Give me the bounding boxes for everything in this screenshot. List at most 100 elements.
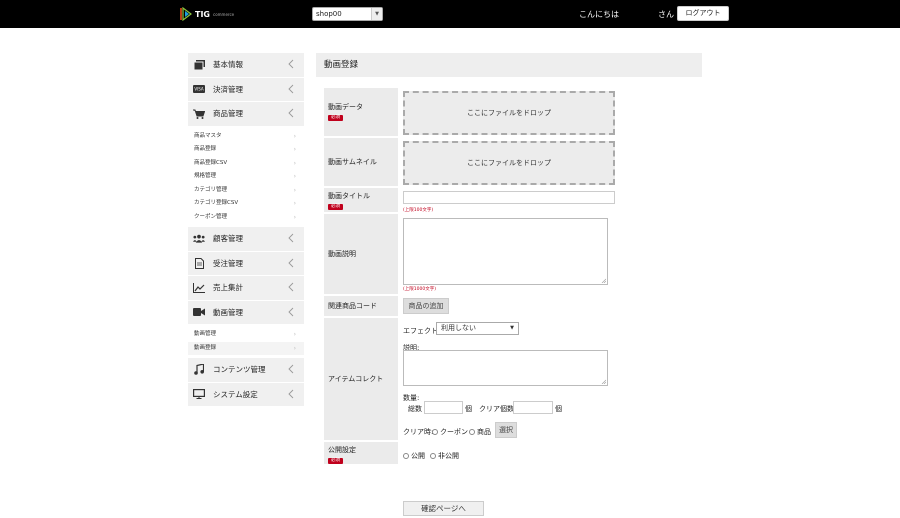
submenu-label: 動画管理 <box>194 331 217 337</box>
chevron-left-icon <box>288 233 294 243</box>
sidebar-item-content[interactable]: コンテンツ管理 <box>188 358 304 383</box>
music-note-icon <box>193 364 205 376</box>
logo-mark-icon <box>180 7 192 21</box>
clear-count-label: クリア個数 <box>479 405 514 413</box>
submenu-item[interactable]: 規格管理 › <box>188 170 304 184</box>
visa-card-icon: VISA <box>193 84 205 94</box>
effect-select[interactable]: 利用しない ▼ <box>436 322 519 335</box>
explanation-textarea[interactable] <box>403 350 608 386</box>
title-limit-hint: (上限100文字) <box>403 208 434 213</box>
private-option-label: 非公開 <box>438 452 459 460</box>
video-title-input[interactable] <box>403 191 615 204</box>
tig-logo[interactable]: TIG commerce <box>180 7 234 21</box>
clear-time-label: クリア時: <box>403 428 434 436</box>
logo-subtext: commerce <box>213 11 235 17</box>
sidebar-item-system[interactable]: システム設定 <box>188 382 304 407</box>
video-data-dropzone[interactable]: ここにファイルをドロップ <box>403 91 615 135</box>
sidebar-item-products[interactable]: 商品管理 <box>188 102 304 127</box>
sidebar-item-basic-info[interactable]: 基本情報 <box>188 53 304 78</box>
greeting-text: こんにちは <box>579 10 619 19</box>
chevron-left-icon <box>288 84 294 93</box>
chevron-right-icon: › <box>293 331 296 338</box>
submenu-item[interactable]: 商品登録 › <box>188 143 304 157</box>
submenu-item[interactable]: カテゴリ管理 › <box>188 184 304 198</box>
public-option-label: 公開 <box>411 452 425 460</box>
sidebar-item-label: 基本情報 <box>213 60 243 70</box>
chevron-left-icon <box>288 364 294 374</box>
shop-select[interactable]: shop00 ▼ <box>312 7 383 21</box>
effect-select-value: 利用しない <box>441 324 476 332</box>
submenu-label: 商品登録CSV <box>194 159 228 166</box>
info-card-icon <box>193 59 205 70</box>
sidebar: 基本情報 VISA 決済管理 商品管理 商品マスタ › 商品登録 › 商品登録CSV… <box>188 53 304 407</box>
resize-grip-icon[interactable] <box>601 379 606 384</box>
total-unit: 個 <box>465 405 472 413</box>
private-radio[interactable] <box>430 453 436 459</box>
chevron-right-icon: › <box>293 132 296 140</box>
sidebar-item-label: 決済管理 <box>213 84 243 94</box>
private-option[interactable]: 非公開 <box>430 451 459 461</box>
video-data-label: 動画データ 必須 <box>324 88 398 136</box>
logo-text: TIG <box>195 9 210 19</box>
video-title-label: 動画タイトル 必須 <box>324 188 398 212</box>
chevron-left-icon <box>288 389 294 398</box>
sidebar-item-label: コンテンツ管理 <box>213 365 266 375</box>
effect-label: エフェクト: <box>403 327 441 335</box>
chevron-right-icon: › <box>293 146 296 153</box>
chevron-down-icon: ▼ <box>371 8 382 20</box>
logout-button[interactable]: ログアウト <box>677 6 729 21</box>
submenu-label: カテゴリ管理 <box>194 186 228 193</box>
chevron-left-icon <box>288 307 294 316</box>
clear-count-input[interactable] <box>513 401 553 414</box>
coupon-option[interactable]: クーポン <box>432 427 468 437</box>
required-badge: 必須 <box>328 458 343 464</box>
field-label: 公開設定 <box>328 446 356 454</box>
submenu-label: カテゴリ登録CSV <box>194 200 239 206</box>
submenu-item-active[interactable]: 動画登録 › <box>188 341 304 355</box>
sidebar-item-orders[interactable]: 受注管理 <box>188 251 304 276</box>
submenu-item[interactable]: カテゴリ登録CSV › <box>188 197 304 211</box>
coupon-radio[interactable] <box>432 429 438 435</box>
product-option[interactable]: 商品 <box>469 427 491 437</box>
sidebar-item-sales[interactable]: 売上集計 <box>188 276 304 301</box>
related-product-label: 関連商品コード <box>324 296 398 316</box>
product-option-label: 商品 <box>477 428 491 436</box>
confirm-page-button[interactable]: 確認ページへ <box>403 501 484 516</box>
public-radio[interactable] <box>403 453 409 459</box>
video-description-textarea[interactable] <box>403 218 608 285</box>
submenu-item[interactable]: 商品マスタ › <box>188 130 304 144</box>
sidebar-item-videos[interactable]: 動画管理 <box>188 300 304 325</box>
users-icon <box>193 234 205 244</box>
submenu-item[interactable]: 商品登録CSV › <box>188 157 304 171</box>
chevron-left-icon <box>288 258 294 267</box>
description-limit-hint: (上限1000文字) <box>403 287 436 292</box>
add-product-button[interactable]: 商品の追加 <box>403 298 449 314</box>
public-option[interactable]: 公開 <box>403 451 425 461</box>
total-label: 総数 <box>408 405 422 413</box>
field-label: 動画データ <box>328 103 363 111</box>
top-header-bar: TIG commerce shop00 ▼ こんにちは さん ログアウト <box>0 0 900 28</box>
sidebar-item-label: システム設定 <box>213 389 258 399</box>
quantity-label: 数量: <box>403 394 420 402</box>
clear-count-unit: 個 <box>555 405 562 413</box>
submenu-item[interactable]: 動画管理 › <box>188 328 304 342</box>
video-description-label: 動画説明 <box>324 214 398 294</box>
resize-grip-icon[interactable] <box>601 278 606 283</box>
submenu-label: 商品登録 <box>194 146 217 152</box>
shop-select-value: shop00 <box>316 10 342 18</box>
submenu-label: 動画登録 <box>194 344 217 351</box>
product-radio[interactable] <box>469 429 475 435</box>
sidebar-item-payment[interactable]: VISA 決済管理 <box>188 77 304 102</box>
thumbnail-dropzone[interactable]: ここにファイルをドロップ <box>403 141 615 185</box>
shopping-cart-icon <box>193 109 205 119</box>
required-badge: 必須 <box>328 115 343 121</box>
sidebar-item-customers[interactable]: 顧客管理 <box>188 227 304 252</box>
select-button[interactable]: 選択 <box>495 422 517 438</box>
sidebar-item-label: 顧客管理 <box>213 234 243 244</box>
submenu-item[interactable]: クーポン管理 › <box>188 211 304 225</box>
chevron-right-icon: › <box>293 186 296 194</box>
submenu-label: 商品マスタ <box>194 132 222 139</box>
document-icon <box>193 257 205 269</box>
chevron-down-icon: ▼ <box>510 325 514 331</box>
total-count-input[interactable] <box>424 401 463 414</box>
